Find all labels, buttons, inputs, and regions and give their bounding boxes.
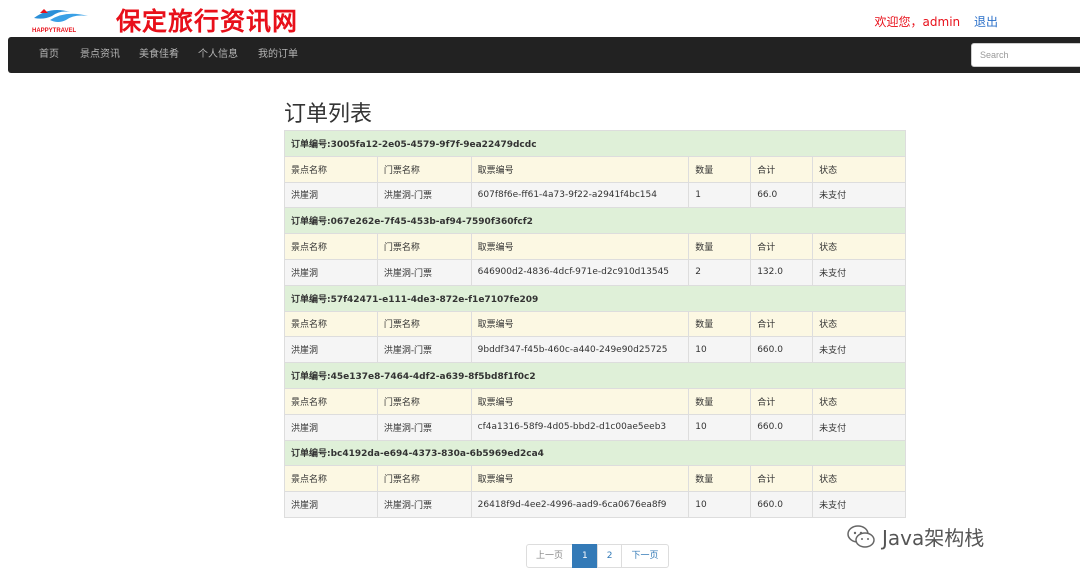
cell-status: 未支付 xyxy=(812,181,906,209)
col-header-attraction: 景点名称 xyxy=(284,310,378,338)
col-header-status: 状态 xyxy=(812,465,906,493)
table-row: 洪崖洞 洪崖洞-门票 9bddf347-f45b-460c-a440-249e9… xyxy=(284,336,906,364)
welcome-text: 欢迎您，admin xyxy=(874,15,961,29)
logo-caption: HAPPYTRAVEL xyxy=(32,28,77,34)
nav-item-home[interactable]: 首页 xyxy=(39,37,59,73)
cell-status: 未支付 xyxy=(812,491,906,518)
col-header-ticket: 门票名称 xyxy=(376,233,472,260)
col-header-pickup-code: 取票编号 xyxy=(470,387,690,415)
col-header-quantity: 数量 xyxy=(688,233,752,260)
col-header-ticket: 门票名称 xyxy=(376,387,472,415)
cell-ticket: 洪崖洞-门票 xyxy=(376,181,472,209)
order-number: 订单编号:bc4192da-e694-4373-830a-6b5969ed2ca… xyxy=(284,439,906,467)
cell-total: 132.0 xyxy=(750,258,814,286)
cell-status: 未支付 xyxy=(812,258,906,286)
cell-pickup-code: 607f8f6e-ff61-4a73-9f22-a2941f4bc154 xyxy=(470,181,690,209)
col-header-quantity: 数量 xyxy=(688,465,752,493)
cell-pickup-code: cf4a1316-58f9-4d05-bbd2-d1c00ae5eeb3 xyxy=(470,413,690,441)
col-header-total: 合计 xyxy=(750,310,814,338)
order-number: 订单编号:067e262e-7f45-453b-af94-7590f360fcf… xyxy=(284,207,906,235)
site-title: 保定旅行资讯网 xyxy=(116,7,299,36)
cell-quantity: 10 xyxy=(688,491,752,518)
page-1-button[interactable]: 1 xyxy=(572,544,598,568)
col-header-quantity: 数量 xyxy=(688,387,752,415)
order-number: 订单编号:45e137e8-7464-4df2-a639-8f5bd8f1f0c… xyxy=(284,362,906,389)
prev-page-button[interactable]: 上一页 xyxy=(526,544,574,568)
col-header-ticket: 门票名称 xyxy=(376,465,472,493)
happytravel-logo[interactable]: HAPPYTRAVEL xyxy=(30,4,92,34)
logout-link[interactable]: 退出 xyxy=(974,15,998,29)
col-header-attraction: 景点名称 xyxy=(284,155,378,183)
cell-pickup-code: 9bddf347-f45b-460c-a440-249e90d25725 xyxy=(470,336,690,364)
nav-item-my-orders[interactable]: 我的订单 xyxy=(258,37,298,73)
col-header-ticket: 门票名称 xyxy=(376,310,472,338)
col-header-total: 合计 xyxy=(750,233,814,260)
cell-total: 66.0 xyxy=(750,181,814,209)
cell-pickup-code: 646900d2-4836-4dcf-971e-d2c910d13545 xyxy=(470,258,690,286)
col-header-pickup-code: 取票编号 xyxy=(470,310,690,338)
cell-attraction: 洪崖洞 xyxy=(284,181,378,209)
col-header-quantity: 数量 xyxy=(688,155,752,183)
cell-attraction: 洪崖洞 xyxy=(284,491,378,518)
order-list: 订单编号:3005fa12-2e05-4579-9f7f-9ea22479dcd… xyxy=(284,130,906,518)
cell-quantity: 2 xyxy=(688,258,752,286)
col-header-total: 合计 xyxy=(750,387,814,415)
col-header-status: 状态 xyxy=(812,155,906,183)
page-title: 订单列表 xyxy=(284,102,373,127)
col-header-status: 状态 xyxy=(812,387,906,415)
cell-total: 660.0 xyxy=(750,491,814,518)
col-header-total: 合计 xyxy=(750,155,814,183)
page-2-button[interactable]: 2 xyxy=(596,544,623,568)
cell-status: 未支付 xyxy=(812,413,906,441)
wechat-icon xyxy=(847,524,875,548)
order-table: 订单编号:3005fa12-2e05-4579-9f7f-9ea22479dcd… xyxy=(284,130,906,518)
col-header-pickup-code: 取票编号 xyxy=(470,155,690,183)
col-header-quantity: 数量 xyxy=(688,310,752,338)
cell-ticket: 洪崖洞-门票 xyxy=(376,336,472,364)
search-input[interactable] xyxy=(971,43,1080,67)
col-header-status: 状态 xyxy=(812,233,906,260)
col-header-pickup-code: 取票编号 xyxy=(470,465,690,493)
next-page-button[interactable]: 下一页 xyxy=(621,544,669,568)
col-header-total: 合计 xyxy=(750,465,814,493)
cell-quantity: 10 xyxy=(688,336,752,364)
cell-pickup-code: 26418f9d-4ee2-4996-aad9-6ca0676ea8f9 xyxy=(470,491,690,518)
cell-status: 未支付 xyxy=(812,336,906,364)
col-header-attraction: 景点名称 xyxy=(284,387,378,415)
cell-ticket: 洪崖洞-门票 xyxy=(376,413,472,441)
cell-ticket: 洪崖洞-门票 xyxy=(376,491,472,518)
table-row: 洪崖洞 洪崖洞-门票 26418f9d-4ee2-4996-aad9-6ca06… xyxy=(284,491,906,518)
main-navbar: 首页 景点资讯 美食佳肴 个人信息 我的订单 xyxy=(8,37,1080,73)
cell-total: 660.0 xyxy=(750,413,814,441)
watermark-text: Java架构栈 xyxy=(882,526,985,550)
cell-ticket: 洪崖洞-门票 xyxy=(376,258,472,286)
top-bar: HAPPYTRAVEL 保定旅行资讯网 欢迎您，admin 退出 xyxy=(0,0,1080,38)
col-header-attraction: 景点名称 xyxy=(284,233,378,260)
nav-item-attractions[interactable]: 景点资讯 xyxy=(80,37,120,73)
cell-quantity: 1 xyxy=(688,181,752,209)
col-header-attraction: 景点名称 xyxy=(284,465,378,493)
table-row: 洪崖洞 洪崖洞-门票 646900d2-4836-4dcf-971e-d2c91… xyxy=(284,258,906,286)
table-row: 洪崖洞 洪崖洞-门票 cf4a1316-58f9-4d05-bbd2-d1c00… xyxy=(284,413,906,441)
pagination: 上一页 1 2 下一页 xyxy=(526,544,669,568)
col-header-status: 状态 xyxy=(812,310,906,338)
col-header-pickup-code: 取票编号 xyxy=(470,233,690,260)
nav-item-profile[interactable]: 个人信息 xyxy=(198,37,238,73)
col-header-ticket: 门票名称 xyxy=(376,155,472,183)
order-number: 订单编号:3005fa12-2e05-4579-9f7f-9ea22479dcd… xyxy=(284,130,906,157)
cell-attraction: 洪崖洞 xyxy=(284,413,378,441)
nav-item-food[interactable]: 美食佳肴 xyxy=(139,37,179,73)
cell-total: 660.0 xyxy=(750,336,814,364)
table-row: 洪崖洞 洪崖洞-门票 607f8f6e-ff61-4a73-9f22-a2941… xyxy=(284,181,906,209)
cell-attraction: 洪崖洞 xyxy=(284,258,378,286)
user-welcome: 欢迎您，admin 退出 xyxy=(875,13,998,30)
cell-quantity: 10 xyxy=(688,413,752,441)
order-number: 订单编号:57f42471-e111-4de3-872e-f1e7107fe20… xyxy=(284,284,906,312)
watermark: Java架构栈 xyxy=(846,522,984,551)
cell-attraction: 洪崖洞 xyxy=(284,336,378,364)
